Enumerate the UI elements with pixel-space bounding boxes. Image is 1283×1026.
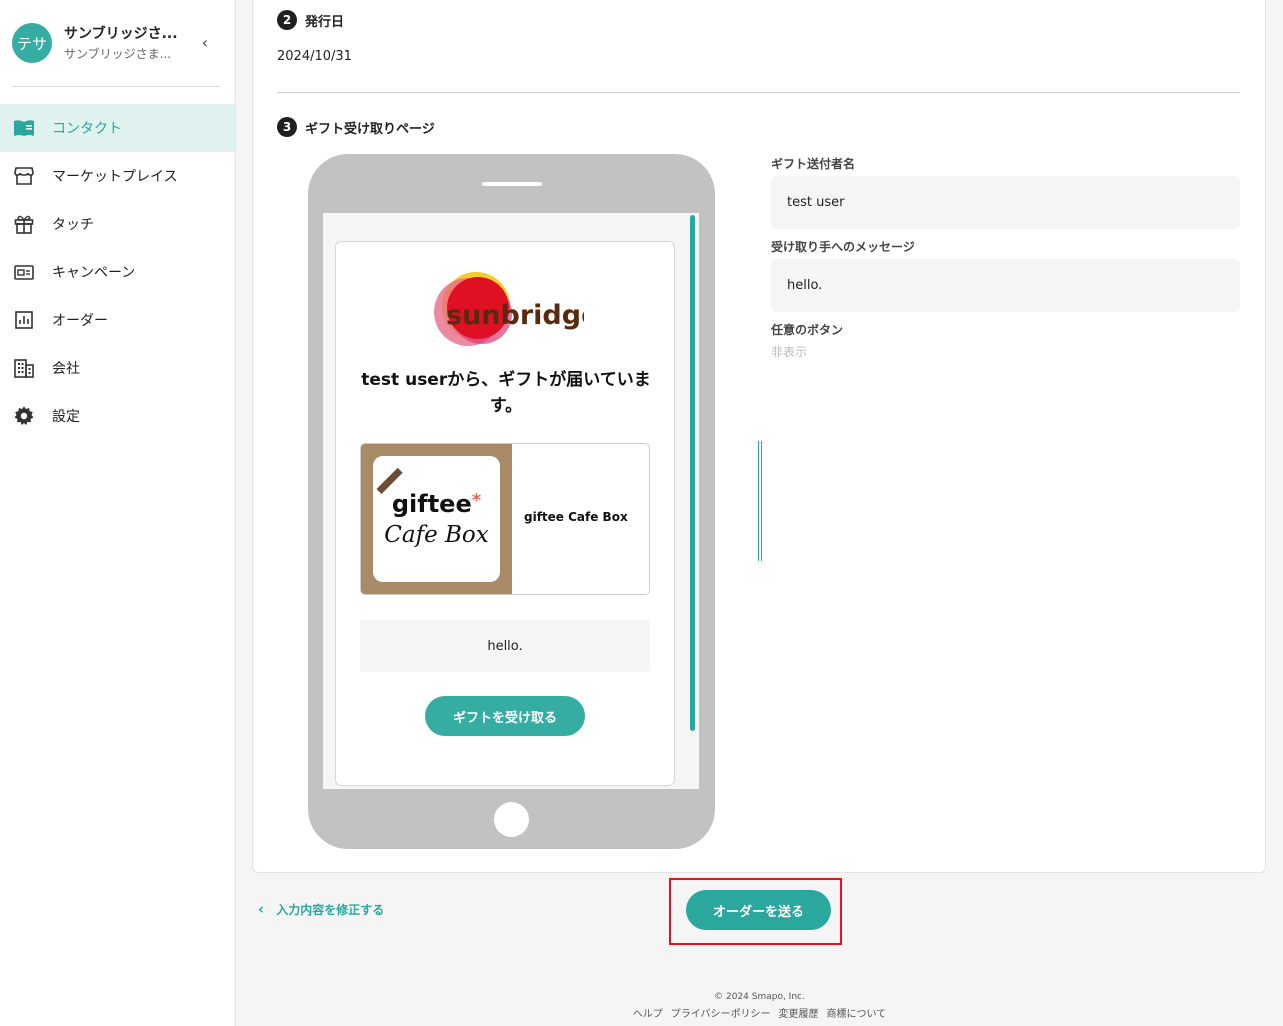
account-subtitle: サンブリッジさま... bbox=[64, 47, 172, 61]
avatar: テサ bbox=[12, 23, 52, 63]
receive-gift-button[interactable]: ギフトを受け取る bbox=[425, 696, 585, 736]
sidebar-item-label: タッチ bbox=[52, 217, 94, 233]
gear-icon bbox=[13, 405, 35, 427]
step-number: 3 bbox=[277, 117, 297, 137]
message-field: hello. bbox=[771, 259, 1240, 312]
gift-title: test userから、ギフトが届いています。 bbox=[361, 370, 651, 416]
resize-handle bbox=[758, 441, 762, 561]
chevron-left-icon[interactable]: ‹ bbox=[198, 33, 212, 53]
logo-text: sunbridge bbox=[446, 300, 584, 331]
back-to-edit-link[interactable]: ‹ 入力内容を修正する bbox=[258, 900, 384, 918]
account-name: サンブリッジさ... bbox=[64, 26, 178, 42]
preview-message: hello. bbox=[360, 620, 650, 672]
gift-icon bbox=[13, 213, 35, 235]
sender-name-label: ギフト送付者名 bbox=[771, 157, 856, 171]
footer-link-privacy[interactable]: プライバシーポリシー bbox=[671, 1005, 771, 1020]
step-title: 発行日 bbox=[305, 14, 345, 30]
product-logo-line1: giftee* bbox=[391, 490, 482, 518]
footer-link-help[interactable]: ヘルプ bbox=[633, 1005, 663, 1020]
sidebar-divider bbox=[12, 86, 220, 87]
sidebar-item-label: コンタクト bbox=[52, 121, 122, 137]
phone-home-button bbox=[494, 802, 529, 837]
sidebar-nav: コンタクト マーケットプレイス タッチ キャンペーン オーダー 会社 設定 bbox=[0, 104, 235, 440]
sidebar-item-label: キャンペーン bbox=[52, 265, 136, 281]
sidebar-item-campaign[interactable]: キャンペーン bbox=[0, 248, 235, 296]
step-gift-page: 3 ギフト受け取りページ bbox=[277, 117, 435, 137]
preview-scrollbar[interactable] bbox=[690, 215, 695, 731]
step-title: ギフト受け取りページ bbox=[305, 121, 435, 137]
sidebar-item-label: マーケットプレイス bbox=[52, 169, 178, 185]
sidebar: テサ サンブリッジさ... サンブリッジさま... ‹ コンタクト マーケットプ… bbox=[0, 0, 236, 1026]
sender-name-field: test user bbox=[771, 176, 1240, 229]
sidebar-item-label: 設定 bbox=[52, 409, 80, 425]
sunbridge-logo: sunbridge bbox=[428, 268, 599, 348]
issue-date-value: 2024/10/31 bbox=[277, 49, 352, 64]
product-logo-line2: Cafe Box bbox=[384, 522, 489, 548]
optional-button-label: 任意のボタン bbox=[771, 323, 844, 337]
section-divider bbox=[277, 92, 1240, 93]
send-order-button[interactable]: オーダーを送る bbox=[686, 890, 831, 930]
optional-button-value: 非表示 bbox=[771, 345, 808, 359]
sidebar-item-marketplace[interactable]: マーケットプレイス bbox=[0, 152, 235, 200]
footer-links: ヘルプ プライバシーポリシー 変更履歴 商標について bbox=[236, 1005, 1283, 1020]
product-image: giftee* Cafe Box bbox=[361, 444, 512, 594]
product-card: giftee* Cafe Box giftee Cafe Box bbox=[360, 443, 650, 595]
copyright: © 2024 Smapo, Inc. bbox=[714, 992, 805, 1002]
product-name: giftee Cafe Box bbox=[524, 510, 628, 524]
chevron-left-icon: ‹ bbox=[258, 900, 265, 918]
sidebar-item-label: 会社 bbox=[52, 361, 80, 377]
step-issue-date: 2 発行日 bbox=[277, 10, 344, 30]
sidebar-item-touch[interactable]: タッチ bbox=[0, 200, 235, 248]
sidebar-item-label: オーダー bbox=[52, 313, 108, 329]
footer-link-changelog[interactable]: 変更履歴 bbox=[779, 1005, 819, 1020]
step-number: 2 bbox=[277, 10, 297, 30]
account-switcher[interactable]: テサ サンブリッジさ... サンブリッジさま... ‹ bbox=[12, 23, 224, 63]
back-link-label: 入力内容を修正する bbox=[276, 902, 385, 917]
phone-screen[interactable]: sunbridge test userから、ギフトが届いています。 giftee… bbox=[323, 213, 699, 789]
building-icon bbox=[13, 357, 35, 379]
gift-card-preview: sunbridge test userから、ギフトが届いています。 giftee… bbox=[335, 241, 675, 786]
footer-link-trademark[interactable]: 商標について bbox=[827, 1005, 887, 1020]
contact-book-icon bbox=[13, 117, 35, 139]
sidebar-item-contact[interactable]: コンタクト bbox=[0, 104, 235, 152]
campaign-icon bbox=[13, 261, 35, 283]
message-label: 受け取り手へのメッセージ bbox=[771, 240, 915, 254]
store-icon bbox=[13, 165, 35, 187]
chart-icon bbox=[13, 309, 35, 331]
sidebar-item-order[interactable]: オーダー bbox=[0, 296, 235, 344]
sidebar-item-company[interactable]: 会社 bbox=[0, 344, 235, 392]
sidebar-item-settings[interactable]: 設定 bbox=[0, 392, 235, 440]
phone-speaker bbox=[482, 182, 542, 186]
phone-preview: sunbridge test userから、ギフトが届いています。 giftee… bbox=[308, 154, 715, 849]
product-logo: giftee* Cafe Box bbox=[373, 456, 500, 582]
